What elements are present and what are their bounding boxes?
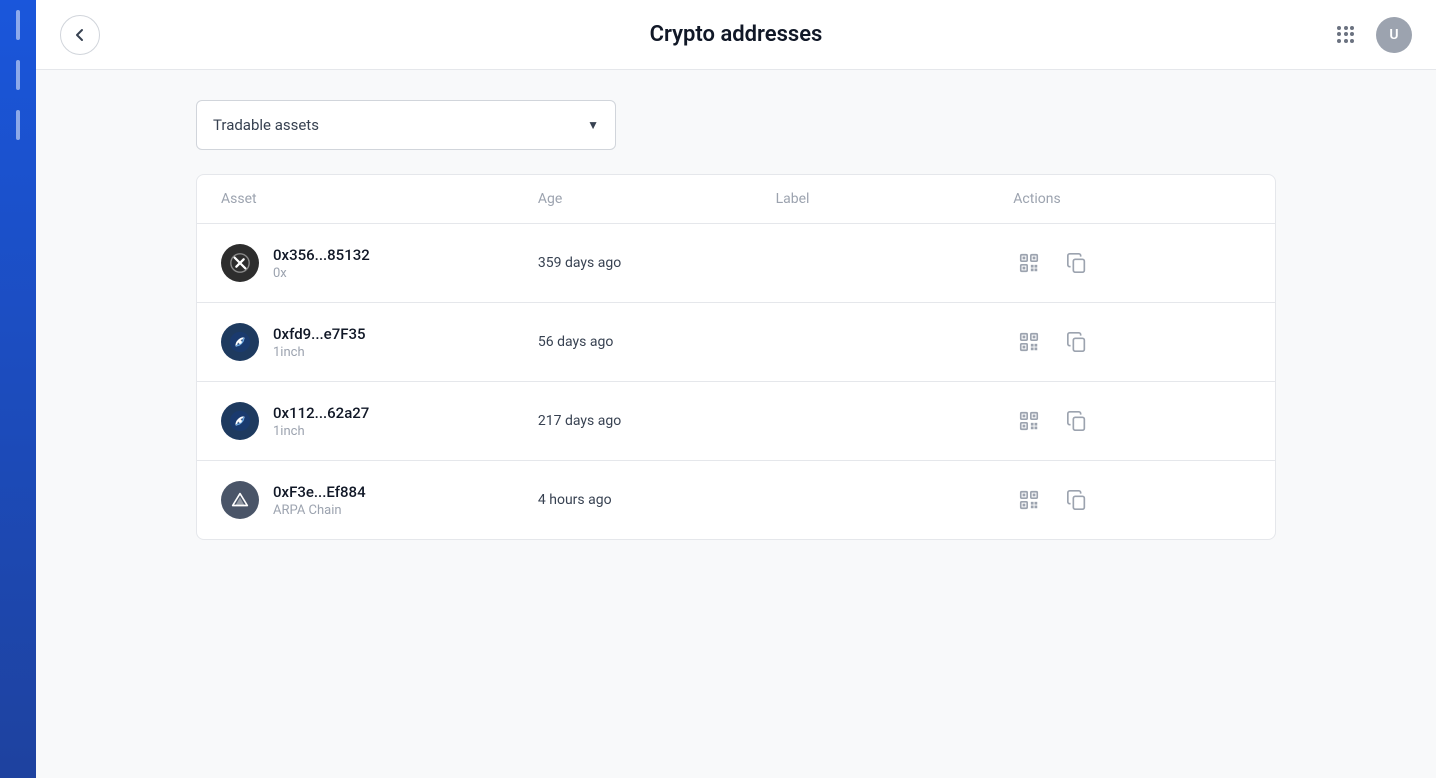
asset-cell: 0x356...85132 0x bbox=[221, 244, 538, 282]
age-cell: 56 days ago bbox=[538, 334, 776, 350]
sidebar-indicator bbox=[16, 60, 20, 90]
asset-network: 0x bbox=[273, 266, 370, 281]
table-row: 0xfd9...e7F35 1inch 56 days ago bbox=[197, 303, 1275, 382]
asset-network: ARPA Chain bbox=[273, 503, 366, 518]
filter-select-label: Tradable assets bbox=[213, 116, 319, 134]
copy-button[interactable] bbox=[1061, 484, 1093, 516]
page-title: Crypto addresses bbox=[650, 22, 823, 47]
asset-icon-1inch-2 bbox=[221, 402, 259, 440]
asset-network: 1inch bbox=[273, 424, 369, 439]
age-cell: 359 days ago bbox=[538, 255, 776, 271]
asset-info: 0xF3e...Ef884 ARPA Chain bbox=[273, 483, 366, 518]
asset-network: 1inch bbox=[273, 345, 366, 360]
table-row: 0x356...85132 0x 359 days ago bbox=[197, 224, 1275, 303]
main-content: Tradable assets ▼ Asset Age Label Action… bbox=[36, 70, 1436, 778]
asset-info: 0x356...85132 0x bbox=[273, 246, 370, 281]
sidebar-indicator bbox=[16, 110, 20, 140]
sidebar-indicator bbox=[16, 10, 20, 40]
copy-button[interactable] bbox=[1061, 326, 1093, 358]
asset-address: 0x356...85132 bbox=[273, 246, 370, 264]
column-header-actions: Actions bbox=[1013, 191, 1251, 207]
asset-cell: 0xfd9...e7F35 1inch bbox=[221, 323, 538, 361]
qr-code-button[interactable] bbox=[1013, 247, 1045, 279]
actions-cell bbox=[1013, 326, 1251, 358]
asset-address: 0xF3e...Ef884 bbox=[273, 483, 366, 501]
asset-info: 0xfd9...e7F35 1inch bbox=[273, 325, 366, 360]
column-header-age: Age bbox=[538, 191, 776, 207]
asset-cell: 0xF3e...Ef884 ARPA Chain bbox=[221, 481, 538, 519]
copy-button[interactable] bbox=[1061, 247, 1093, 279]
back-button[interactable] bbox=[60, 15, 100, 55]
header: Crypto addresses U bbox=[36, 0, 1436, 70]
grid-icon bbox=[1337, 26, 1355, 44]
qr-code-button[interactable] bbox=[1013, 326, 1045, 358]
actions-cell bbox=[1013, 405, 1251, 437]
sidebar bbox=[0, 0, 36, 778]
asset-cell: 0x112...62a27 1inch bbox=[221, 402, 538, 440]
chevron-down-icon: ▼ bbox=[587, 118, 599, 132]
age-cell: 217 days ago bbox=[538, 413, 776, 429]
asset-filter-dropdown[interactable]: Tradable assets ▼ bbox=[196, 100, 616, 150]
asset-icon-0x bbox=[221, 244, 259, 282]
actions-cell bbox=[1013, 484, 1251, 516]
table-row: 0x112...62a27 1inch 217 days ago bbox=[197, 382, 1275, 461]
avatar[interactable]: U bbox=[1376, 17, 1412, 53]
table-row: 0xF3e...Ef884 ARPA Chain 4 hours ago bbox=[197, 461, 1275, 539]
column-header-label: Label bbox=[776, 191, 1014, 207]
actions-cell bbox=[1013, 247, 1251, 279]
addresses-table: Asset Age Label Actions 0x356...85132 bbox=[196, 174, 1276, 540]
header-right: U bbox=[1328, 17, 1412, 53]
asset-icon-arpa bbox=[221, 481, 259, 519]
column-header-asset: Asset bbox=[221, 191, 538, 207]
header-left bbox=[60, 15, 100, 55]
asset-address: 0xfd9...e7F35 bbox=[273, 325, 366, 343]
table-header: Asset Age Label Actions bbox=[197, 175, 1275, 224]
copy-button[interactable] bbox=[1061, 405, 1093, 437]
age-cell: 4 hours ago bbox=[538, 492, 776, 508]
grid-icon-button[interactable] bbox=[1328, 17, 1364, 53]
asset-icon-1inch bbox=[221, 323, 259, 361]
qr-code-button[interactable] bbox=[1013, 484, 1045, 516]
qr-code-button[interactable] bbox=[1013, 405, 1045, 437]
asset-address: 0x112...62a27 bbox=[273, 404, 369, 422]
asset-info: 0x112...62a27 1inch bbox=[273, 404, 369, 439]
